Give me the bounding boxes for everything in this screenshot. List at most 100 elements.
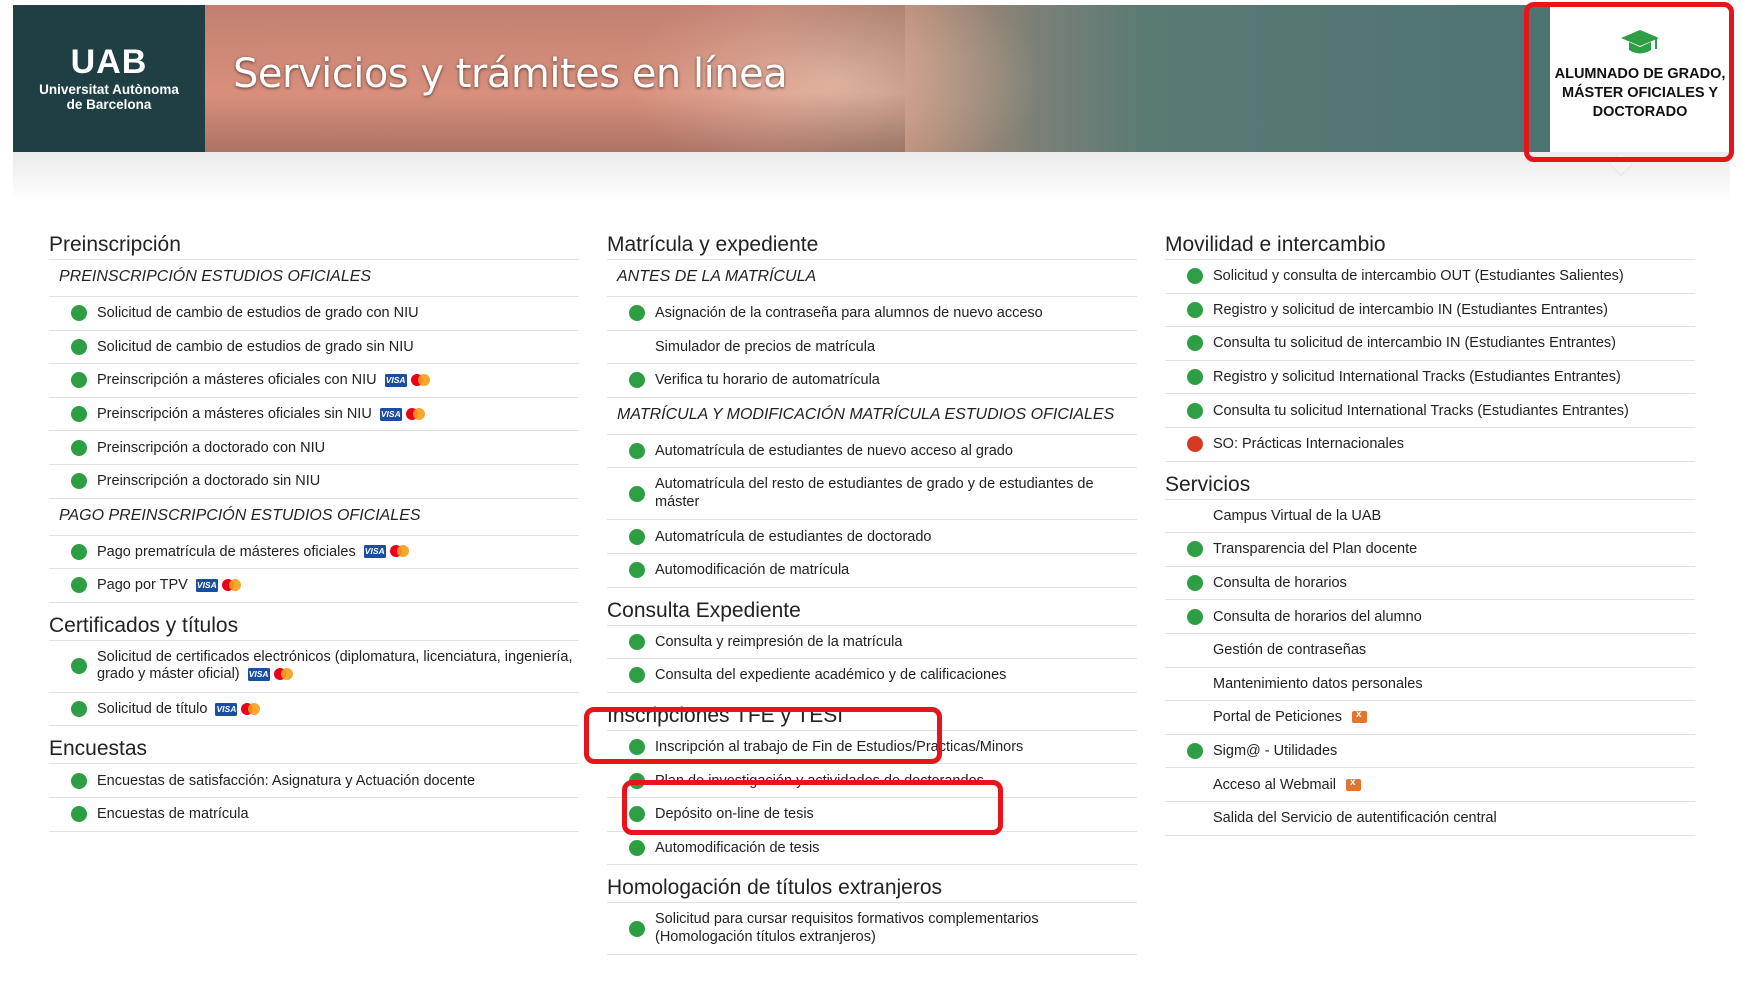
section-title-matricula: Matrícula y expediente [607,230,1137,260]
column-middle: Matrícula y expediente ANTES DE LA MATRÍ… [607,230,1137,956]
item-link[interactable]: Encuestas de satisfacción: Asignatura y … [97,773,475,789]
status-dot-icon [629,485,645,502]
item-link[interactable]: Sigm@ - Utilidades [1213,743,1337,759]
list-item[interactable]: Acceso al Webmail [1165,768,1695,802]
item-link[interactable]: Pago por TPV [97,577,188,593]
external-link-icon [1346,777,1362,791]
list-item[interactable]: Automatrícula de estudiantes de doctorad… [607,520,1137,554]
list-item[interactable]: Automatrícula del resto de estudiantes d… [607,468,1137,521]
item-link[interactable]: Consulta y reimpresión de la matrícula [655,634,902,650]
item-link[interactable]: Solicitud de título [97,701,207,717]
list-item[interactable]: Verifica tu horario de automatrícula [607,364,1137,398]
item-link[interactable]: Verifica tu horario de automatrícula [655,372,880,388]
item-link[interactable]: Solicitud de cambio de estudios de grado… [97,339,414,355]
logo-subtitle-line1: Universitat Autònoma [39,82,179,97]
item-link[interactable]: Campus Virtual de la UAB [1213,508,1381,524]
logo-title: UAB [70,43,148,81]
list-item[interactable]: Solicitud de certificados electrónicos (… [49,641,579,693]
status-dot-icon [629,528,645,545]
item-link[interactable]: Automodificación de matrícula [655,562,849,578]
list-item[interactable]: Automatrícula de estudiantes de nuevo ac… [607,435,1137,469]
uab-logo[interactable]: UAB Universitat Autònoma de Barcelona [13,5,205,152]
list-item[interactable]: Encuestas de satisfacción: Asignatura y … [49,764,579,798]
list-item[interactable]: Consulta y reimpresión de la matrícula [607,626,1137,660]
list-item[interactable]: Gestión de contraseñas [1165,634,1695,668]
column-left: Preinscripción PREINSCRIPCIÓN ESTUDIOS O… [49,230,579,832]
list-item[interactable]: Consulta tu solicitud International Trac… [1165,394,1695,428]
list-item[interactable]: Automodificación de tesis [607,832,1137,866]
list-item[interactable]: Campus Virtual de la UAB [1165,500,1695,534]
list-item[interactable]: Portal de Peticiones [1165,701,1695,735]
list-item[interactable]: Preinscripción a másteres oficiales con … [49,364,579,398]
list-item[interactable]: Solicitud para cursar requisitos formati… [607,903,1137,956]
servicios-list: Campus Virtual de la UAB Transparencia d… [1165,500,1695,836]
header-shadow-band [13,152,1730,200]
item-link[interactable]: Asignación de la contraseña para alumnos… [655,305,1043,321]
list-item[interactable]: Sigm@ - Utilidades [1165,735,1695,769]
list-item[interactable]: Solicitud de título VISA [49,693,579,727]
logo-subtitle-line2: de Barcelona [66,97,152,112]
mastercard-icon [273,667,293,681]
item-link[interactable]: Preinscripción a doctorado con NIU [97,440,325,456]
status-dot-icon [629,562,645,579]
item-link[interactable]: Automatrícula de estudiantes de doctorad… [655,529,931,545]
item-link[interactable]: Solicitud y consulta de intercambio OUT … [1213,268,1624,284]
status-dot-icon [71,806,87,823]
section-title-movilidad: Movilidad e intercambio [1165,230,1695,260]
item-link[interactable]: Salida del Servicio de autentificación c… [1213,810,1497,826]
list-item[interactable]: Transparencia del Plan docente [1165,533,1695,567]
item-link[interactable]: Automatrícula de estudiantes de nuevo ac… [655,443,1013,459]
item-link[interactable]: Solicitud de cambio de estudios de grado… [97,305,419,321]
status-dot-icon [1187,402,1203,419]
item-link[interactable]: Solicitud para cursar requisitos formati… [655,911,1137,946]
list-item[interactable]: Encuestas de matrícula [49,798,579,832]
list-item[interactable]: Registro y solicitud de intercambio IN (… [1165,294,1695,328]
item-link[interactable]: Preinscripción a másteres oficiales con … [97,372,377,388]
item-link[interactable]: Portal de Peticiones [1213,709,1342,725]
certificados-list: Solicitud de certificados electrónicos (… [49,641,579,727]
item-link[interactable]: Preinscripción a másteres oficiales sin … [97,406,372,422]
item-link[interactable]: Automatrícula del resto de estudiantes d… [655,476,1137,511]
item-link[interactable]: Consulta de horarios del alumno [1213,609,1422,625]
list-item[interactable]: Pago por TPV VISA [49,569,579,603]
list-item[interactable]: Salida del Servicio de autentificación c… [1165,802,1695,836]
status-dot-icon [1187,743,1203,760]
list-item[interactable]: Registro y solicitud International Track… [1165,361,1695,395]
list-item[interactable]: Consulta de horarios del alumno [1165,600,1695,634]
item-link[interactable]: Registro y solicitud de intercambio IN (… [1213,302,1608,318]
item-link[interactable]: Mantenimiento datos personales [1213,676,1423,692]
item-link[interactable]: Consulta del expediente académico y de c… [655,667,1006,683]
item-link[interactable]: Consulta tu solicitud International Trac… [1213,403,1629,419]
list-item[interactable]: Preinscripción a doctorado con NIU [49,431,579,465]
site-header: UAB Universitat Autònoma de Barcelona Se… [13,5,1730,152]
item-link[interactable]: SO: Prácticas Internacionales [1213,436,1404,452]
item-link[interactable]: Transparencia del Plan docente [1213,541,1417,557]
list-item[interactable]: Preinscripción a doctorado sin NIU [49,465,579,499]
item-link[interactable]: Consulta de horarios [1213,575,1347,591]
item-link[interactable]: Simulador de precios de matrícula [655,339,875,355]
item-link[interactable]: Acceso al Webmail [1213,777,1336,793]
list-item[interactable]: Simulador de precios de matrícula [607,331,1137,365]
item-link[interactable]: Consulta tu solicitud de intercambio IN … [1213,335,1616,351]
list-item[interactable]: SO: Prácticas Internacionales [1165,428,1695,462]
item-link[interactable]: Pago prematrícula de másteres oficiales [97,544,356,560]
item-link[interactable]: Gestión de contraseñas [1213,642,1366,658]
item-link[interactable]: Automodificación de tesis [655,840,819,856]
list-item[interactable]: Consulta del expediente académico y de c… [607,659,1137,693]
item-link[interactable]: Preinscripción a doctorado sin NIU [97,473,320,489]
item-link[interactable]: Solicitud de certificados electrónicos (… [97,649,573,683]
list-item[interactable]: Solicitud de cambio de estudios de grado… [49,297,579,331]
list-item[interactable]: Mantenimiento datos personales [1165,668,1695,702]
item-link[interactable]: Encuestas de matrícula [97,806,249,822]
list-item[interactable]: Preinscripción a másteres oficiales sin … [49,398,579,432]
list-item[interactable]: Solicitud y consulta de intercambio OUT … [1165,260,1695,294]
list-item[interactable]: Pago prematrícula de másteres oficiales V… [49,536,579,570]
list-item[interactable]: Automodificación de matrícula [607,554,1137,588]
highlight-plan-investigacion [622,780,1003,835]
list-item[interactable]: Solicitud de cambio de estudios de grado… [49,331,579,365]
item-link[interactable]: Registro y solicitud International Track… [1213,369,1621,385]
list-item[interactable]: Consulta tu solicitud de intercambio IN … [1165,327,1695,361]
list-item[interactable]: Asignación de la contraseña para alumnos… [607,297,1137,331]
status-dot-icon [629,633,645,650]
list-item[interactable]: Consulta de horarios [1165,567,1695,601]
